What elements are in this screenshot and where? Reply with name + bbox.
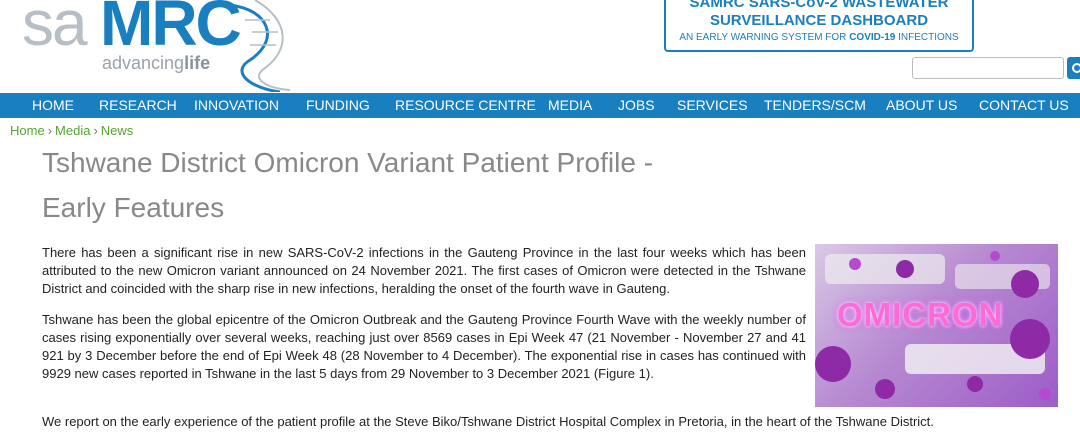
dashboard-subtitle-end: INFECTIONS [895, 32, 959, 43]
dashboard-title-line1: SAMRC SARS-CoV-2 WASTEWATER [689, 0, 949, 11]
logo-tagline: advancinglife [102, 53, 210, 74]
nav-research[interactable]: RESEARCH [99, 93, 177, 118]
breadcrumb-media[interactable]: Media [55, 123, 90, 138]
dashboard-title-line2: SURVEILLANCE DASHBOARD [709, 12, 929, 29]
omicron-feature-image: OMICRON [815, 244, 1058, 407]
logo-tagline-plain: advancing [102, 53, 185, 73]
article-paragraph-2: Tshwane has been the global epicentre of… [42, 312, 806, 381]
breadcrumb: Home › Media › News [10, 123, 133, 138]
dashboard-subtitle-bold: COVID-19 [849, 32, 896, 43]
nav-tenders-scm[interactable]: TENDERS/SCM [764, 93, 866, 118]
nav-jobs[interactable]: JOBS [618, 93, 655, 118]
article-paragraph-1: There has been a significant rise in new… [42, 245, 806, 296]
article-paragraph-3: We report on the early experience of the… [42, 414, 934, 429]
logo-sa-text: sa [22, 0, 88, 59]
nav-resource-centre[interactable]: RESOURCE CENTRE [395, 93, 536, 118]
omicron-image-label: OMICRON [837, 296, 1004, 333]
wastewater-dashboard-banner[interactable]: SAMRC SARS-CoV-2 WASTEWATER SURVEILLANCE… [664, 0, 974, 52]
samrc-logo[interactable]: sa MRC advancinglife [22, 0, 292, 92]
breadcrumb-separator: › [93, 123, 98, 138]
nav-about-us[interactable]: ABOUT US [886, 93, 957, 118]
logo-tagline-bold: life [184, 53, 211, 73]
nav-contact-us[interactable]: CONTACT US [979, 93, 1069, 118]
article-title-line1: Tshwane District Omicron Variant Patient… [42, 147, 654, 178]
nav-media[interactable]: MEDIA [548, 93, 592, 118]
search-icon [1072, 63, 1080, 73]
main-nav: HOME RESEARCH INNOVATION FUNDING RESOURC… [0, 93, 1080, 118]
dashboard-subtitle: AN EARLY WARNING SYSTEM FOR COVID-19 INF… [666, 32, 972, 43]
search-input[interactable] [912, 57, 1064, 79]
dashboard-subtitle-plain: AN EARLY WARNING SYSTEM FOR [679, 32, 850, 43]
nav-services[interactable]: SERVICES [677, 93, 748, 118]
nav-home[interactable]: HOME [32, 93, 74, 118]
nav-funding[interactable]: FUNDING [306, 93, 370, 118]
dna-helix-icon [229, 0, 291, 92]
search-button[interactable] [1067, 57, 1080, 79]
breadcrumb-separator: › [47, 123, 53, 138]
breadcrumb-news[interactable]: News [101, 123, 134, 138]
article-title-line2: Early Features [42, 192, 225, 223]
breadcrumb-home[interactable]: Home [10, 123, 45, 138]
nav-innovation[interactable]: INNOVATION [194, 93, 279, 118]
